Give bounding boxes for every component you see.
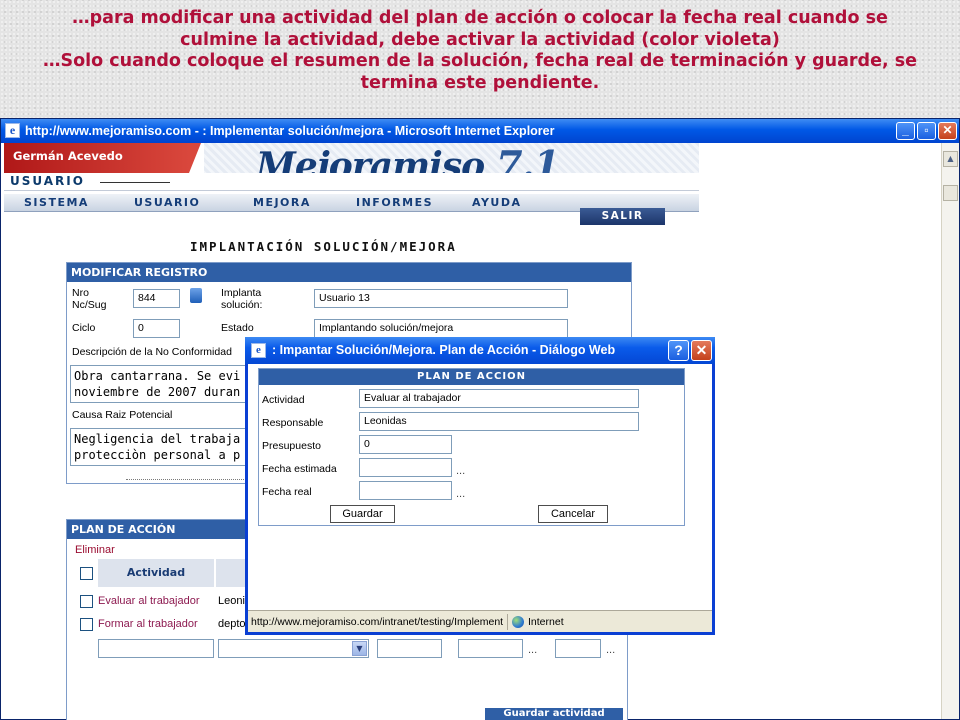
dialog-close-button[interactable]: ✕: [691, 340, 712, 361]
scroll-up-arrow-icon[interactable]: ▲: [943, 151, 958, 167]
implanta-field[interactable]: Usuario 13: [314, 289, 568, 308]
implanta-label-1: Implanta: [221, 287, 262, 299]
vertical-scrollbar[interactable]: ▲: [941, 143, 959, 719]
ciclo-label: Ciclo: [72, 322, 96, 334]
menu-usuario[interactable]: USUARIO: [134, 196, 200, 210]
presupuesto-input[interactable]: 0: [359, 435, 452, 454]
column-header-responsable: [216, 559, 246, 587]
menu-ayuda[interactable]: AYUDA: [472, 196, 522, 210]
cancelar-button[interactable]: Cancelar: [538, 505, 608, 523]
menu-informes[interactable]: INFORMES: [356, 196, 433, 210]
caption-line-1: …para modificar una actividad del plan d…: [72, 8, 888, 28]
status-url: http://www.mejoramiso.com/intranet/testi…: [251, 616, 504, 628]
help-button[interactable]: ?: [668, 340, 689, 361]
ciclo-field[interactable]: 0: [133, 319, 180, 338]
fecha-estimada-label: Fecha estimada: [262, 463, 337, 475]
status-separator: [507, 614, 508, 630]
nro-field[interactable]: 844: [133, 289, 180, 308]
guardar-button[interactable]: Guardar: [330, 505, 395, 523]
new-presupuesto-input[interactable]: [377, 639, 442, 658]
presupuesto-label: Presupuesto: [262, 440, 321, 452]
close-button[interactable]: ✕: [938, 122, 957, 140]
responsable-input[interactable]: Leonidas: [359, 412, 639, 431]
scroll-thumb[interactable]: [943, 185, 958, 201]
actividad-label: Actividad: [262, 394, 305, 406]
browser-title: http://www.mejoramiso.com - : Implementa…: [25, 124, 555, 138]
nro-label-2: Nc/Sug: [72, 299, 107, 311]
browser-title-bar[interactable]: e http://www.mejoramiso.com - : Implemen…: [1, 119, 959, 143]
usuario-strip: USUARIO: [4, 173, 699, 191]
estado-field[interactable]: Implantando solución/mejora: [314, 319, 568, 338]
instruction-caption: …para modificar una actividad del plan d…: [0, 0, 960, 112]
usuario-divider: [100, 182, 170, 183]
causa-textarea[interactable]: Negligencia del trabaja protecciòn perso…: [70, 428, 250, 466]
page-title: IMPLANTACIÓN SOLUCIÓN/MEJORA: [190, 239, 457, 254]
menu-sistema[interactable]: SISTEMA: [24, 196, 89, 210]
new-responsable-select[interactable]: ▼: [218, 639, 369, 658]
select-all-checkbox[interactable]: [80, 567, 93, 580]
row-2-checkbox[interactable]: [80, 618, 93, 631]
descripcion-textarea[interactable]: Obra cantarrana. Se evi noviembre de 200…: [70, 365, 250, 403]
row-1-checkbox[interactable]: [80, 595, 93, 608]
row-1-responsable: Leoni: [218, 595, 245, 607]
eliminar-link[interactable]: Eliminar: [75, 544, 115, 557]
actividad-input[interactable]: Evaluar al trabajador: [359, 389, 639, 408]
implanta-label-2: solución:: [221, 299, 263, 311]
fecha-estimada-picker[interactable]: ...: [528, 644, 537, 657]
nro-label-1: Nro: [72, 287, 89, 299]
descripcion-line-2: noviembre de 2007 duran: [74, 385, 241, 399]
new-fecha-real-input[interactable]: [555, 639, 601, 658]
user-name-block: Germán Acevedo: [4, 143, 201, 173]
app-header: Mejoramiso 7.1 Germán Acevedo USUARIO: [4, 143, 699, 191]
ie-icon: e: [251, 343, 266, 358]
ie-icon: e: [5, 123, 20, 138]
guardar-actividad-button[interactable]: Guardar actividad: [485, 708, 623, 720]
row-2-responsable: depto: [218, 618, 246, 630]
dialog-title: : Impantar Solución/Mejora. Plan de Acci…: [272, 343, 616, 357]
new-actividad-input[interactable]: [98, 639, 214, 658]
new-fecha-estimada-input[interactable]: [458, 639, 523, 658]
fecha-real-button[interactable]: ...: [456, 488, 465, 501]
usuario-label: USUARIO: [10, 174, 85, 188]
fecha-estimada-input[interactable]: [359, 458, 452, 477]
status-zone: Internet: [528, 616, 564, 628]
causa-line-1: Negligencia del trabaja: [74, 432, 241, 446]
descripcion-label: Descripción de la No Conformidad: [72, 346, 232, 358]
descripcion-line-1: Obra cantarrana. Se evi: [74, 369, 241, 383]
maximize-button[interactable]: ▫: [917, 122, 936, 140]
responsable-label: Responsable: [262, 417, 324, 429]
user-name: Germán Acevedo: [13, 149, 123, 163]
caption-line-2: culmine la actividad, debe activar la ac…: [180, 29, 780, 50]
fecha-estimada-button[interactable]: ...: [456, 465, 465, 478]
chevron-down-icon[interactable]: ▼: [352, 641, 367, 656]
row-2-actividad[interactable]: Formar al trabajador: [98, 618, 198, 631]
fecha-real-label: Fecha real: [262, 486, 312, 498]
fecha-real-picker[interactable]: ...: [606, 644, 615, 657]
modificar-registro-heading: MODIFICAR REGISTRO: [67, 263, 631, 282]
lookup-icon[interactable]: [190, 288, 202, 303]
causa-line-2: protecciòn personal a p: [74, 448, 241, 462]
dialog-title-bar[interactable]: e : Impantar Solución/Mejora. Plan de Ac…: [245, 337, 715, 364]
fecha-real-input[interactable]: [359, 481, 452, 500]
causa-label: Causa Raiz Potencial: [72, 409, 173, 421]
dialog-status-bar: http://www.mejoramiso.com/intranet/testi…: [248, 610, 712, 632]
salir-button[interactable]: SALIR: [580, 208, 665, 225]
plan-de-accion-heading: PLAN DE ACCION: [259, 369, 684, 385]
separator: [126, 479, 246, 480]
globe-icon: [512, 616, 524, 628]
column-header-actividad: Actividad: [98, 559, 214, 587]
caption-line-3: …Solo cuando coloque el resumen de la so…: [43, 51, 917, 71]
row-1-actividad[interactable]: Evaluar al trabajador: [98, 595, 200, 608]
caption-line-4: termina este pendiente.: [360, 72, 600, 93]
menu-mejora[interactable]: MEJORA: [253, 196, 311, 210]
estado-label: Estado: [221, 322, 254, 334]
minimize-button[interactable]: _: [896, 122, 915, 140]
